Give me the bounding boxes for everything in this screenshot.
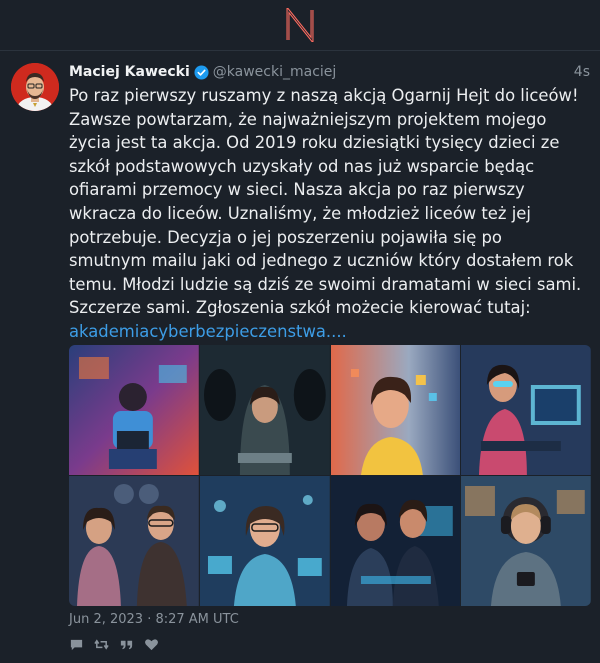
tweet-time[interactable]: 4s (574, 64, 590, 80)
nitter-logo-icon[interactable] (284, 8, 316, 42)
tweet-link[interactable]: akademiacyberbezpieczenstwa.... (69, 322, 347, 341)
verified-badge-icon (194, 64, 209, 80)
attached-image-8[interactable] (461, 476, 591, 606)
attached-image-6[interactable] (199, 476, 330, 606)
quote-icon[interactable] (119, 637, 134, 652)
tweet-body: Po raz pierwszy ruszamy z naszą akcją Og… (69, 86, 582, 318)
attached-image-5[interactable] (69, 476, 199, 606)
retweet-icon[interactable] (94, 637, 109, 652)
attached-image-4[interactable] (461, 345, 591, 475)
tweet-header: Maciej Kawecki @kawecki_maciej 4s (69, 61, 590, 83)
heart-icon[interactable] (144, 637, 159, 652)
tweet-actions (69, 637, 159, 652)
author-name[interactable]: Maciej Kawecki (69, 64, 190, 80)
attached-image-1[interactable] (69, 345, 199, 475)
image-grid (69, 345, 591, 606)
reply-icon[interactable] (69, 637, 84, 652)
tweet-date[interactable]: Jun 2, 2023 · 8:27 AM UTC (69, 612, 239, 627)
top-bar (0, 0, 600, 51)
tweet: Maciej Kawecki @kawecki_maciej 4s Po raz… (0, 51, 600, 663)
attached-image-7[interactable] (330, 476, 461, 606)
attached-image-3[interactable] (330, 345, 461, 475)
tweet-text: Po raz pierwszy ruszamy z naszą akcją Og… (69, 84, 591, 344)
avatar[interactable] (11, 63, 59, 111)
attached-image-2[interactable] (199, 345, 330, 475)
author-handle[interactable]: @kawecki_maciej (213, 64, 337, 80)
